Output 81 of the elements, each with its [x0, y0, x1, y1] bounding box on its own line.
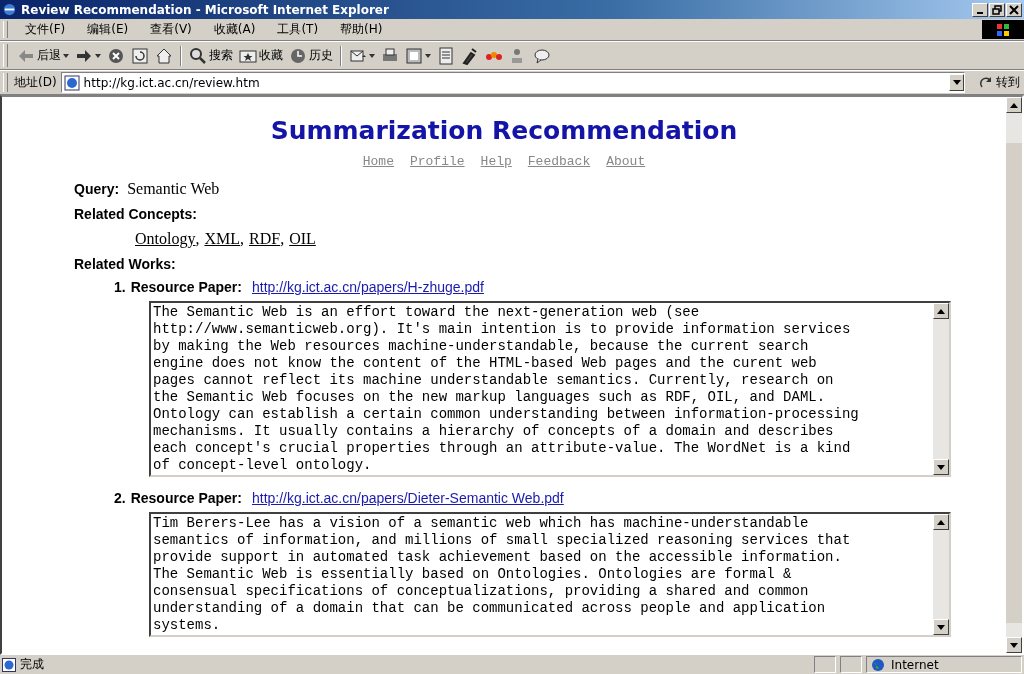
work-number: 2.	[114, 490, 126, 506]
concepts-label: Related Concepts:	[74, 205, 197, 222]
nav-link[interactable]: Help	[480, 153, 512, 169]
scrollbar[interactable]	[933, 303, 949, 475]
back-button[interactable]: 后退	[14, 43, 72, 68]
nav-link[interactable]: Home	[362, 153, 394, 169]
history-button[interactable]: 历史	[286, 43, 336, 68]
go-arrow-icon	[979, 75, 993, 90]
close-icon	[1009, 4, 1019, 15]
address-field[interactable]: http://kg.ict.ac.cn/review.htm	[60, 72, 965, 93]
caret-icon	[95, 53, 101, 58]
restore-icon	[992, 4, 1002, 15]
down-arrow-icon	[1010, 642, 1018, 648]
resource-label: Resource Paper:	[130, 279, 242, 295]
summary-textarea[interactable]: Tim Berers-Lee has a vision of a semantic web which has machine-understandable semantics of information, and millions of small specialized reasoning services that provide support in automated task achievement based on the accessible information. The Semantic Web is essentially based on Ontologies. Ontologies are formal & consensual specifications of conceptualizations, providing a shared and common understanding of a domain that can be communicated across people and application systems.	[149, 512, 951, 637]
maximize-button[interactable]	[989, 2, 1005, 17]
menu-item[interactable]: 文件(F)	[14, 21, 77, 38]
menu-item[interactable]: 查看(V)	[139, 21, 203, 38]
caret-icon	[425, 53, 431, 58]
comma: ,	[195, 229, 200, 247]
paper-link[interactable]: http://kg.ict.ac.cn/papers/H-zhuge.pdf	[251, 279, 484, 295]
up-arrow-icon	[937, 519, 945, 525]
search-icon	[189, 46, 207, 65]
close-button[interactable]	[1006, 2, 1022, 17]
works-label: Related Works:	[74, 255, 176, 272]
down-arrow-icon	[937, 624, 945, 630]
concept-link[interactable]: OIL	[289, 229, 316, 248]
edit-icon	[405, 46, 423, 65]
zone-text: Internet	[891, 657, 939, 672]
paper-link[interactable]: http://kg.ict.ac.cn/papers/Dieter-Semantic Web.pdf	[251, 490, 564, 506]
up-arrow-icon	[937, 308, 945, 314]
nav-link[interactable]: About	[606, 153, 646, 169]
scrollbar[interactable]	[933, 514, 949, 635]
page-icon	[63, 74, 80, 91]
page-heading: Summarization Recommendation	[269, 116, 739, 146]
comma: ,	[280, 229, 285, 248]
resource-label: Resource Paper:	[130, 490, 242, 506]
comma: ,	[240, 229, 244, 248]
favorites-button[interactable]: 收藏	[236, 43, 286, 68]
address-label: 地址(D)	[14, 74, 57, 91]
up-arrow-icon	[1010, 102, 1018, 108]
scroll-down-button[interactable]	[933, 619, 949, 635]
menu-item[interactable]: 编辑(E)	[76, 21, 140, 38]
page-icon	[2, 657, 16, 672]
menu-item[interactable]: 帮助(H)	[329, 21, 394, 38]
query-value: Semantic Web	[127, 179, 220, 198]
scroll-up-button[interactable]	[1006, 97, 1022, 113]
concept-link[interactable]: RDF	[249, 229, 281, 248]
caret-icon	[63, 53, 69, 58]
concept-link[interactable]: XML	[204, 229, 240, 248]
go-button[interactable]: 转到	[965, 74, 1024, 91]
scroll-up-button[interactable]	[933, 303, 949, 319]
chat-icon	[533, 46, 551, 65]
scroll-up-button[interactable]	[933, 514, 949, 530]
caret-icon	[369, 53, 375, 58]
nav-link[interactable]: Profile	[409, 153, 465, 169]
nav-link[interactable]: Feedback	[527, 153, 591, 169]
window-title: Review Recommendation - Microsoft Internet Explorer	[21, 2, 390, 17]
concept-link[interactable]: Ontology	[135, 229, 196, 248]
home-icon	[155, 46, 173, 65]
menu-item[interactable]: 收藏(A)	[202, 21, 267, 38]
windows-logo	[982, 20, 1024, 39]
minimize-button[interactable]	[972, 2, 988, 17]
down-arrow-icon	[937, 464, 945, 470]
scroll-down-button[interactable]	[1006, 637, 1022, 653]
history-icon	[289, 46, 307, 65]
minimize-icon	[977, 11, 983, 14]
status-text: 完成	[20, 656, 45, 673]
stop-icon	[107, 46, 125, 65]
page-icon	[437, 46, 455, 65]
caret-icon	[952, 80, 961, 85]
globe-icon	[871, 657, 885, 672]
search-button[interactable]: 搜索	[186, 43, 236, 68]
query-label: Query:	[74, 180, 120, 197]
refresh-icon	[131, 46, 149, 65]
scroll-down-button[interactable]	[933, 459, 949, 475]
menu-item[interactable]: 工具(T)	[266, 21, 330, 38]
dropdown-button[interactable]	[949, 74, 964, 91]
summary-textarea[interactable]: The Semantic Web is an effort toward the next-generation web (see http://www.semanticweb.org). It's main intention is to provide information services by making the Web resources machine-understandable, because the current search engine does not know the content of the HTML-based Web pages and the curent web pages cannot reflect its machine understandable semantics. Currently, research on the Semantic Web focuses on the new markup languages such as RDF, OIL, and DAML. Ontology can establish a certain common understanding between information-processing mechanisms. It usually contains a hierarchy of concepts of a domain and describes each concept's crucial properties through an attribute-value. The WordNet is a kind of concept-level ontology.	[149, 301, 951, 477]
browser-icon	[2, 2, 17, 17]
work-number: 1.	[114, 279, 126, 295]
